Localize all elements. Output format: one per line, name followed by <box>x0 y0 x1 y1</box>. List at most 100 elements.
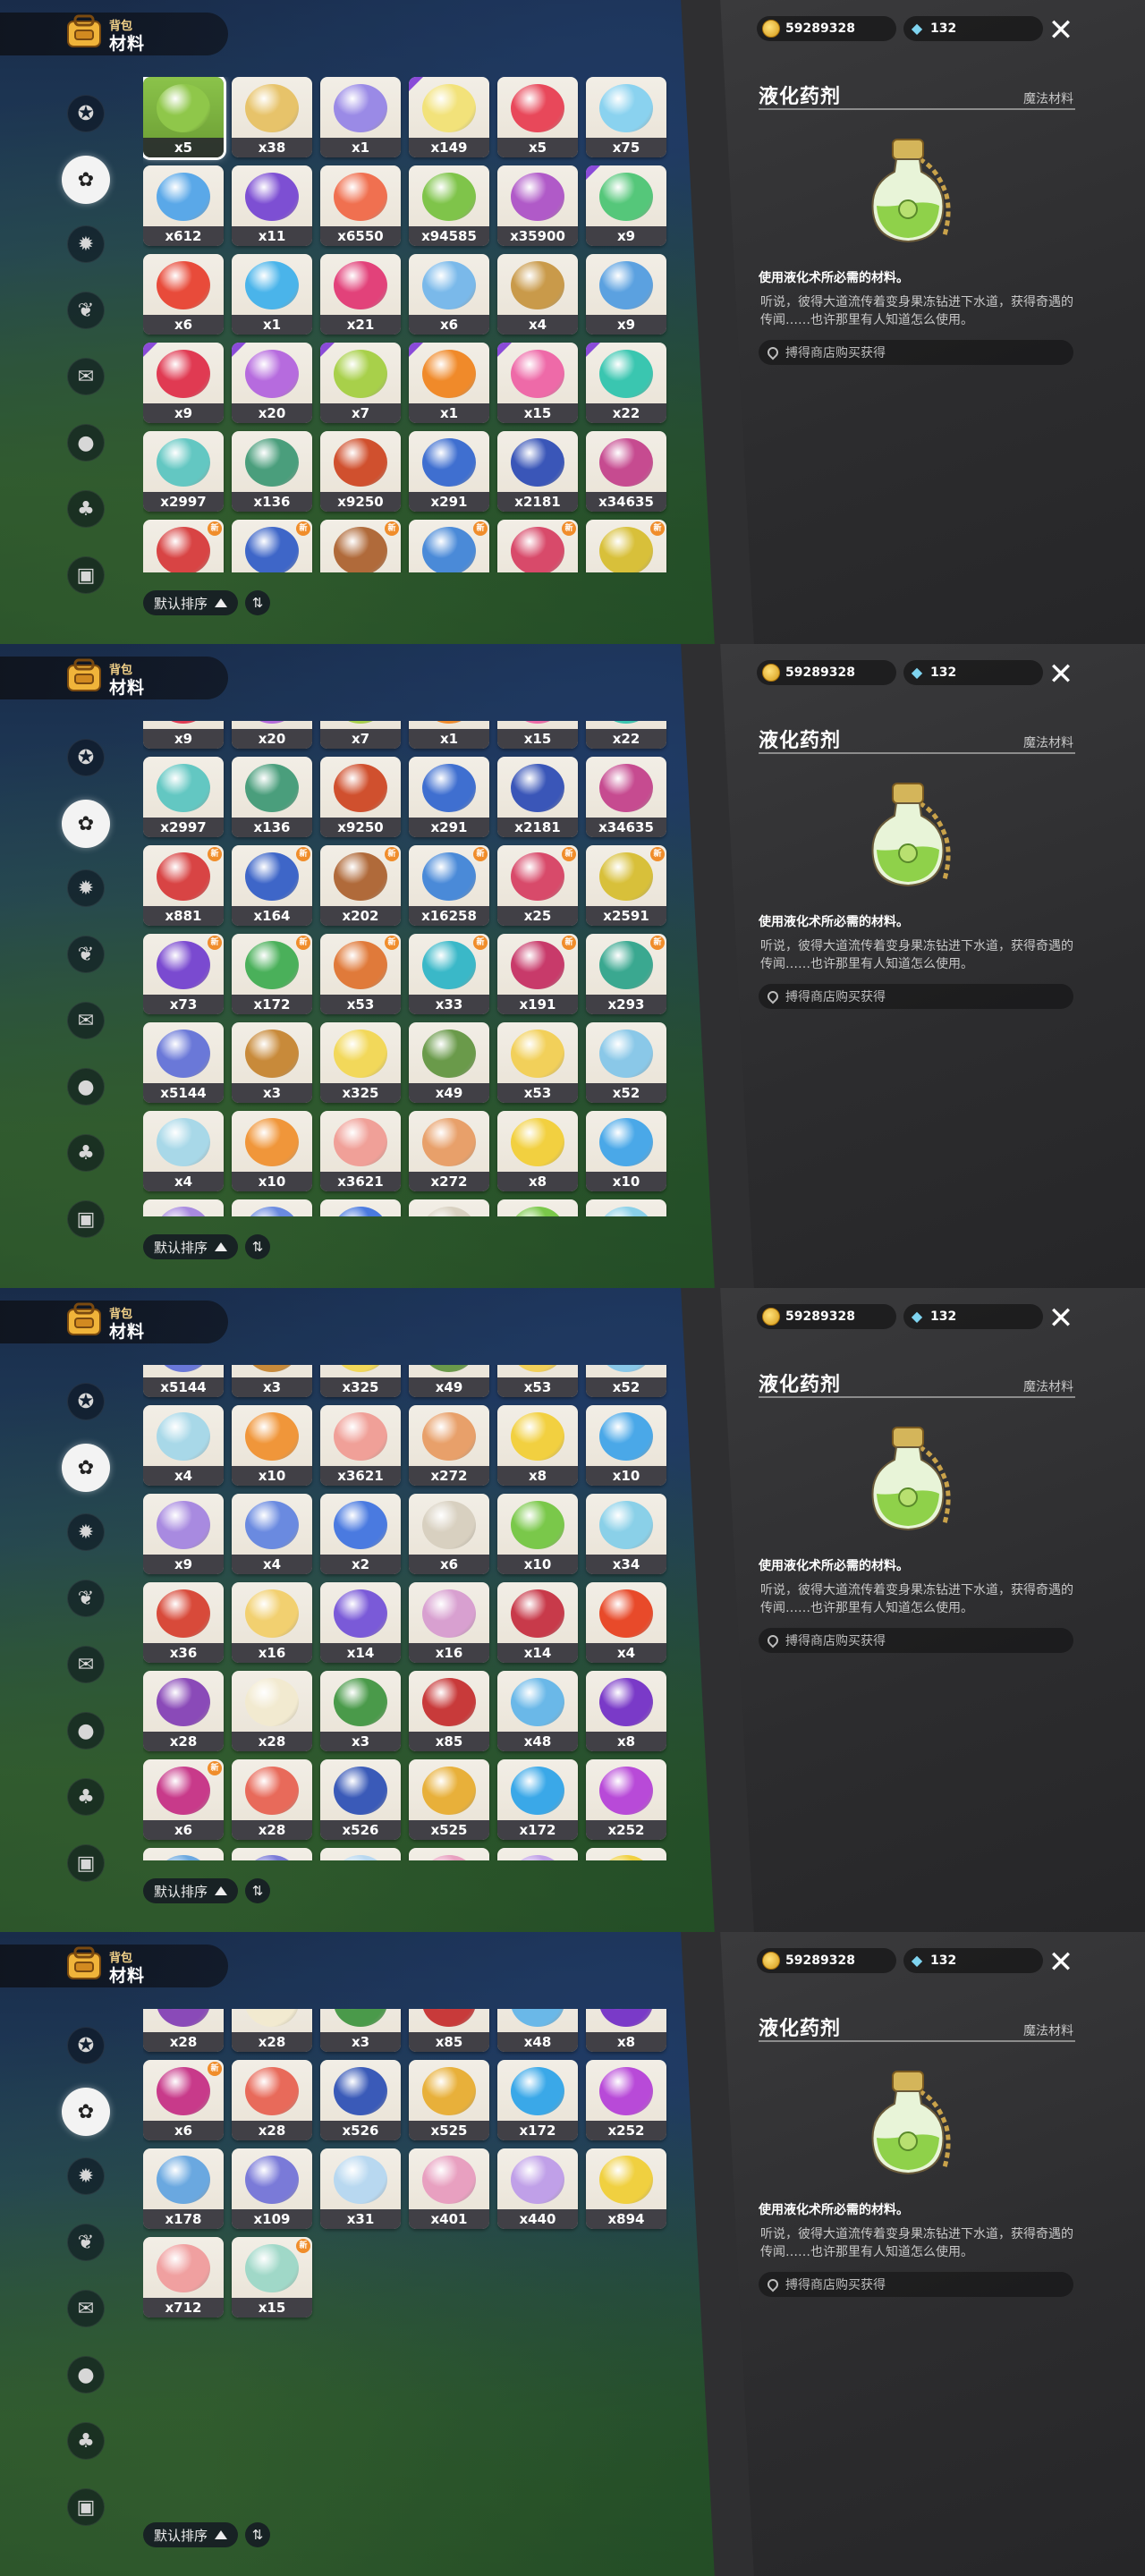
item-slot[interactable]: x8 <box>497 1404 578 1486</box>
item-slot[interactable]: x291 <box>409 431 489 512</box>
item-slot[interactable]: x15 <box>497 721 578 749</box>
sidebar-sprout-tab[interactable]: ❦ <box>67 2224 105 2261</box>
sidebar-gear-star-tab[interactable]: ✹ <box>67 2157 105 2195</box>
item-slot[interactable]: x8 <box>586 1670 666 1751</box>
item-slot[interactable]: x1 <box>232 254 312 335</box>
item-slot[interactable]: x178 <box>143 1847 224 1860</box>
sidebar-star-badge-tab[interactable]: ✪ <box>67 2027 105 2064</box>
item-slot[interactable]: x1 <box>320 77 401 157</box>
sidebar-ball-tab[interactable]: ● <box>67 2356 105 2394</box>
item-slot[interactable]: x6550 <box>320 165 401 246</box>
item-slot[interactable]: x525 <box>409 1758 489 1840</box>
item-slot[interactable]: 新x25 <box>497 520 578 572</box>
item-slot[interactable]: x48 <box>497 1670 578 1751</box>
item-slot[interactable]: x10 <box>497 1493 578 1574</box>
item-slot[interactable]: x53 <box>497 1021 578 1103</box>
item-slot[interactable]: x94585 <box>409 165 489 246</box>
item-slot[interactable]: x7 <box>320 343 401 423</box>
sidebar-acorn-tab[interactable]: ♣ <box>67 490 105 528</box>
item-slot[interactable]: x75 <box>586 77 666 157</box>
sidebar-leaf-cluster-tab[interactable]: ✿ <box>62 2088 110 2136</box>
item-slot[interactable]: x28 <box>232 1670 312 1751</box>
sidebar-sprout-tab[interactable]: ❦ <box>67 936 105 973</box>
item-slot[interactable]: 新 x15 <box>232 2237 312 2318</box>
sort-order-button[interactable]: 默认排序 <box>143 2522 239 2547</box>
close-button[interactable]: ✕ <box>1045 1302 1077 1335</box>
item-slot[interactable]: x2181 <box>497 431 578 512</box>
item-slot[interactable]: x894 <box>586 1847 666 1860</box>
item-slot[interactable]: x14 <box>320 1581 401 1663</box>
item-slot[interactable]: 新 x2591 <box>586 844 666 926</box>
item-slot[interactable]: x5 <box>497 77 578 157</box>
item-slot[interactable]: x34635 <box>586 756 666 837</box>
sidebar-chest-tab[interactable]: ▣ <box>67 1200 105 1238</box>
item-slot[interactable]: x178 <box>143 2148 224 2230</box>
item-slot[interactable]: x3 <box>320 2009 401 2053</box>
item-slot[interactable]: x9 <box>143 1199 224 1216</box>
item-slot[interactable]: x5 <box>143 77 226 160</box>
sort-toggle-button[interactable]: ⇅ <box>245 1878 271 1903</box>
sidebar-acorn-tab[interactable]: ♣ <box>67 2422 105 2460</box>
sidebar-scroll-tab[interactable]: ✉ <box>67 358 105 395</box>
item-slot[interactable]: 新 x164 <box>232 844 312 926</box>
item-slot[interactable]: x36 <box>143 1581 224 1663</box>
sidebar-ball-tab[interactable]: ● <box>67 1712 105 1750</box>
item-slot[interactable]: x2181 <box>497 756 578 837</box>
item-slot[interactable]: x401 <box>409 1847 489 1860</box>
item-slot[interactable]: x2997 <box>143 431 224 512</box>
item-slot[interactable]: x28 <box>232 1758 312 1840</box>
item-slot[interactable]: 新x25 <box>497 844 578 926</box>
item-slot[interactable]: x28 <box>143 1670 224 1751</box>
sidebar-ball-tab[interactable]: ● <box>67 424 105 462</box>
item-slot[interactable]: x11 <box>232 165 312 246</box>
item-slot[interactable]: x20 <box>232 721 312 749</box>
item-slot[interactable]: 新x881 <box>143 844 224 926</box>
item-slot[interactable]: x31 <box>320 1847 401 1860</box>
item-slot[interactable]: x1 <box>409 343 489 423</box>
item-slot[interactable]: x16 <box>409 1581 489 1663</box>
item-slot[interactable]: 新x202 <box>320 844 401 926</box>
item-slot[interactable]: x9 <box>586 165 666 246</box>
sidebar-star-badge-tab[interactable]: ✪ <box>67 1383 105 1420</box>
item-slot[interactable]: x272 <box>409 1110 489 1191</box>
item-slot[interactable]: x5144 <box>143 1021 224 1103</box>
item-slot[interactable]: x9 <box>143 343 224 423</box>
sidebar-star-badge-tab[interactable]: ✪ <box>67 739 105 776</box>
item-slot[interactable]: x53 <box>497 1365 578 1397</box>
sidebar-gear-star-tab[interactable]: ✹ <box>67 869 105 907</box>
item-slot[interactable]: x526 <box>320 1758 401 1840</box>
item-slot[interactable]: x272 <box>409 1404 489 1486</box>
item-slot[interactable]: x136 <box>232 756 312 837</box>
sidebar-gear-star-tab[interactable]: ✹ <box>67 225 105 263</box>
item-slot[interactable]: x9 <box>586 254 666 335</box>
item-slot[interactable]: 新x881 <box>143 520 224 572</box>
item-slot[interactable]: x3 <box>232 1365 312 1397</box>
sort-order-button[interactable]: 默认排序 <box>143 590 239 615</box>
item-slot[interactable]: x136 <box>232 431 312 512</box>
item-slot[interactable]: 新x202 <box>320 520 401 572</box>
item-slot[interactable]: x85 <box>409 2009 489 2053</box>
item-grid-viewport[interactable]: x5 x38 x1 x149 x5 x75 x612 x11 x6550 x94585 x35900… <box>143 77 680 572</box>
sidebar-acorn-tab[interactable]: ♣ <box>67 1134 105 1172</box>
item-slot[interactable]: x10 <box>586 1404 666 1486</box>
item-slot[interactable]: x10 <box>232 1110 312 1191</box>
item-slot[interactable]: x4 <box>497 254 578 335</box>
item-slot[interactable]: x28 <box>232 2060 312 2141</box>
item-slot[interactable]: x9250 <box>320 756 401 837</box>
item-slot[interactable]: x15 <box>497 343 578 423</box>
item-slot[interactable]: x172 <box>497 2060 578 2141</box>
sort-order-button[interactable]: 默认排序 <box>143 1234 239 1259</box>
item-slot[interactable]: x440 <box>497 2148 578 2230</box>
item-slot[interactable]: x526 <box>320 2060 401 2141</box>
item-slot[interactable]: x52 <box>586 1365 666 1397</box>
sidebar-acorn-tab[interactable]: ♣ <box>67 1778 105 1816</box>
item-slot[interactable]: x325 <box>320 1021 401 1103</box>
sidebar-leaf-cluster-tab[interactable]: ✿ <box>62 156 110 204</box>
item-slot[interactable]: x4 <box>143 1404 224 1486</box>
item-slot[interactable]: x9250 <box>320 431 401 512</box>
item-slot[interactable]: x6 <box>409 1493 489 1574</box>
item-slot[interactable]: x22 <box>586 721 666 749</box>
sidebar-star-badge-tab[interactable]: ✪ <box>67 95 105 132</box>
item-slot[interactable]: x525 <box>409 2060 489 2141</box>
close-button[interactable]: ✕ <box>1045 1946 1077 1979</box>
